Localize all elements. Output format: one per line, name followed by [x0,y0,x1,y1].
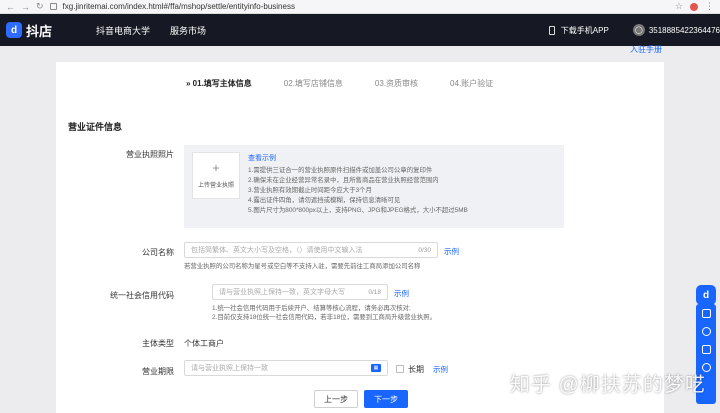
nav-link-university[interactable]: 抖音电商大学 [96,24,150,37]
back-arrow-icon[interactable]: ← [6,2,15,12]
business-term-input[interactable]: 请与营业执照上保持一致 ▦ [184,360,388,376]
step-indicator: » 01.填写主体信息 02.填写店铺信息 03.资质审核 04.账户验证 [186,78,493,89]
credit-code-placeholder: 请与营业执照上保持一致，英文字母大写 [219,289,345,296]
credit-code-input[interactable]: 请与营业执照上保持一致，英文字母大写 0/18 [212,284,388,300]
company-name-placeholder: 包括简繁体、英文大小写及空格，（）请使用中文输入法 [191,247,363,254]
credit-code-hint: 1.统一社会信用代码用于后续开户、结算等核心流程，请务必再次核对; 2.目前仅支… [212,304,436,322]
upload-text: 上传营业执照 [197,183,234,189]
headset-icon[interactable] [701,327,711,336]
phone-icon [548,25,555,35]
step-3: 03.资质审核 [374,79,419,88]
list-item: 5.图片尺寸为800*800px以上，支持PNG、JPG和JPEG格式，大小不超… [248,207,468,214]
company-name-example-link[interactable]: 示例 [444,246,459,257]
business-term-label: 营业期限 [142,367,174,376]
logo[interactable]: d 抖店 [6,21,52,40]
company-name-label: 公司名称 [142,248,174,257]
calendar-icon[interactable]: ▦ [371,364,381,372]
prev-button[interactable]: 上一步 [314,390,358,408]
company-name-input[interactable]: 包括简繁体、英文大小写及空格，（）请使用中文输入法 0/30 [184,242,438,258]
credit-code-example-link[interactable]: 示例 [394,288,409,299]
top-navbar: d 抖店 抖音电商大学 服务市场 下载手机APP ◯ 3518885422364… [0,14,720,46]
company-name-count: 0/30 [418,246,431,254]
business-term-example-link[interactable]: 示例 [433,364,448,375]
credit-code-count: 0/18 [368,288,381,296]
long-term-checkbox[interactable] [396,365,404,373]
long-term-label: 长期 [408,365,424,374]
list-item: 4.露出证件四角，请勿遮挡或模糊，保持信息清晰可见 [248,197,401,204]
entity-info-form: 入驻手册 » 01.填写主体信息 02.填写店铺信息 03.资质审核 04.账户… [56,45,664,413]
star-icon[interactable]: ☆ [675,1,683,12]
help-manual-link[interactable]: 入驻手册 [630,44,662,55]
logo-text: 抖店 [26,23,53,39]
account-id[interactable]: 3518885422364476 [649,26,720,35]
license-requirements: 1.需提供三证合一的营业执照原件扫描件或加盖公司公章的复印件 2.确保未在企业经… [248,166,468,216]
entity-type-value: 个体工商户 [184,339,224,348]
nav-link-service-market[interactable]: 服务市场 [170,24,206,37]
credit-code-label: 统一社会信用代码 [110,291,174,300]
forward-arrow-icon[interactable]: → [21,2,30,12]
avatar[interactable]: ◯ [632,24,645,36]
lock-icon [49,3,57,10]
profile-icon[interactable] [690,2,698,11]
next-button[interactable]: 下一步 [364,390,408,408]
credit-code-hint-line: 2.目前仅支持18位统一社会信用代码，若非18位，需要到工商局升级营业执照。 [212,314,437,321]
business-term-placeholder: 请与营业执照上保持一致 [191,365,268,372]
floating-logo-icon[interactable]: d [696,285,716,305]
step-1: » 01.填写主体信息 [186,79,252,88]
menu-icon[interactable]: ⋮ [705,1,714,12]
license-upload-panel: + 上传营业执照 查看示例 1.需提供三证合一的营业执照原件扫描件或加盖公司公章… [184,145,564,228]
list-item: 3.营业执照有效期截止时间距今应大于3个月 [248,187,372,194]
watermark: 知乎 @柳扶苏的梦呓 [510,374,706,396]
entity-type-label: 主体类型 [142,339,174,348]
list-item: 2.确保未在企业经营异常名录中，且所售商品在营业执照经营范围内 [248,177,439,184]
book-icon[interactable] [701,309,711,318]
license-photo-label: 营业执照照片 [126,150,174,159]
license-upload-button[interactable]: + 上传营业执照 [192,152,240,199]
reload-icon[interactable]: ↻ [36,1,44,12]
section-title: 营业证件信息 [68,122,123,132]
list-item: 1.需提供三证合一的营业执照原件扫描件或加盖公司公章的复印件 [248,167,433,174]
step-4: 04.账户验证 [450,79,494,88]
step-2: 02.填写店铺信息 [283,79,343,88]
message-icon[interactable] [701,345,711,354]
credit-code-hint-line: 1.统一社会信用代码用于后续开户、结算等核心流程，请务必再次核对; [212,305,411,312]
plus-icon: + [212,161,220,175]
address-bar[interactable]: fxg.jinritemai.com/index.html#/ffa/mshop… [63,2,295,11]
download-app-link[interactable]: 下载手机APP [561,25,609,36]
company-name-hint: 若营业执照的公司名称为星号或空白等不支持入驻，需要先前往工商局添加公司名称 [184,263,421,270]
logo-mark-icon: d [6,22,22,38]
browser-toolbar: ← → ↻ fxg.jinritemai.com/index.html#/ffa… [0,0,720,14]
license-example-link[interactable]: 查看示例 [248,153,276,163]
